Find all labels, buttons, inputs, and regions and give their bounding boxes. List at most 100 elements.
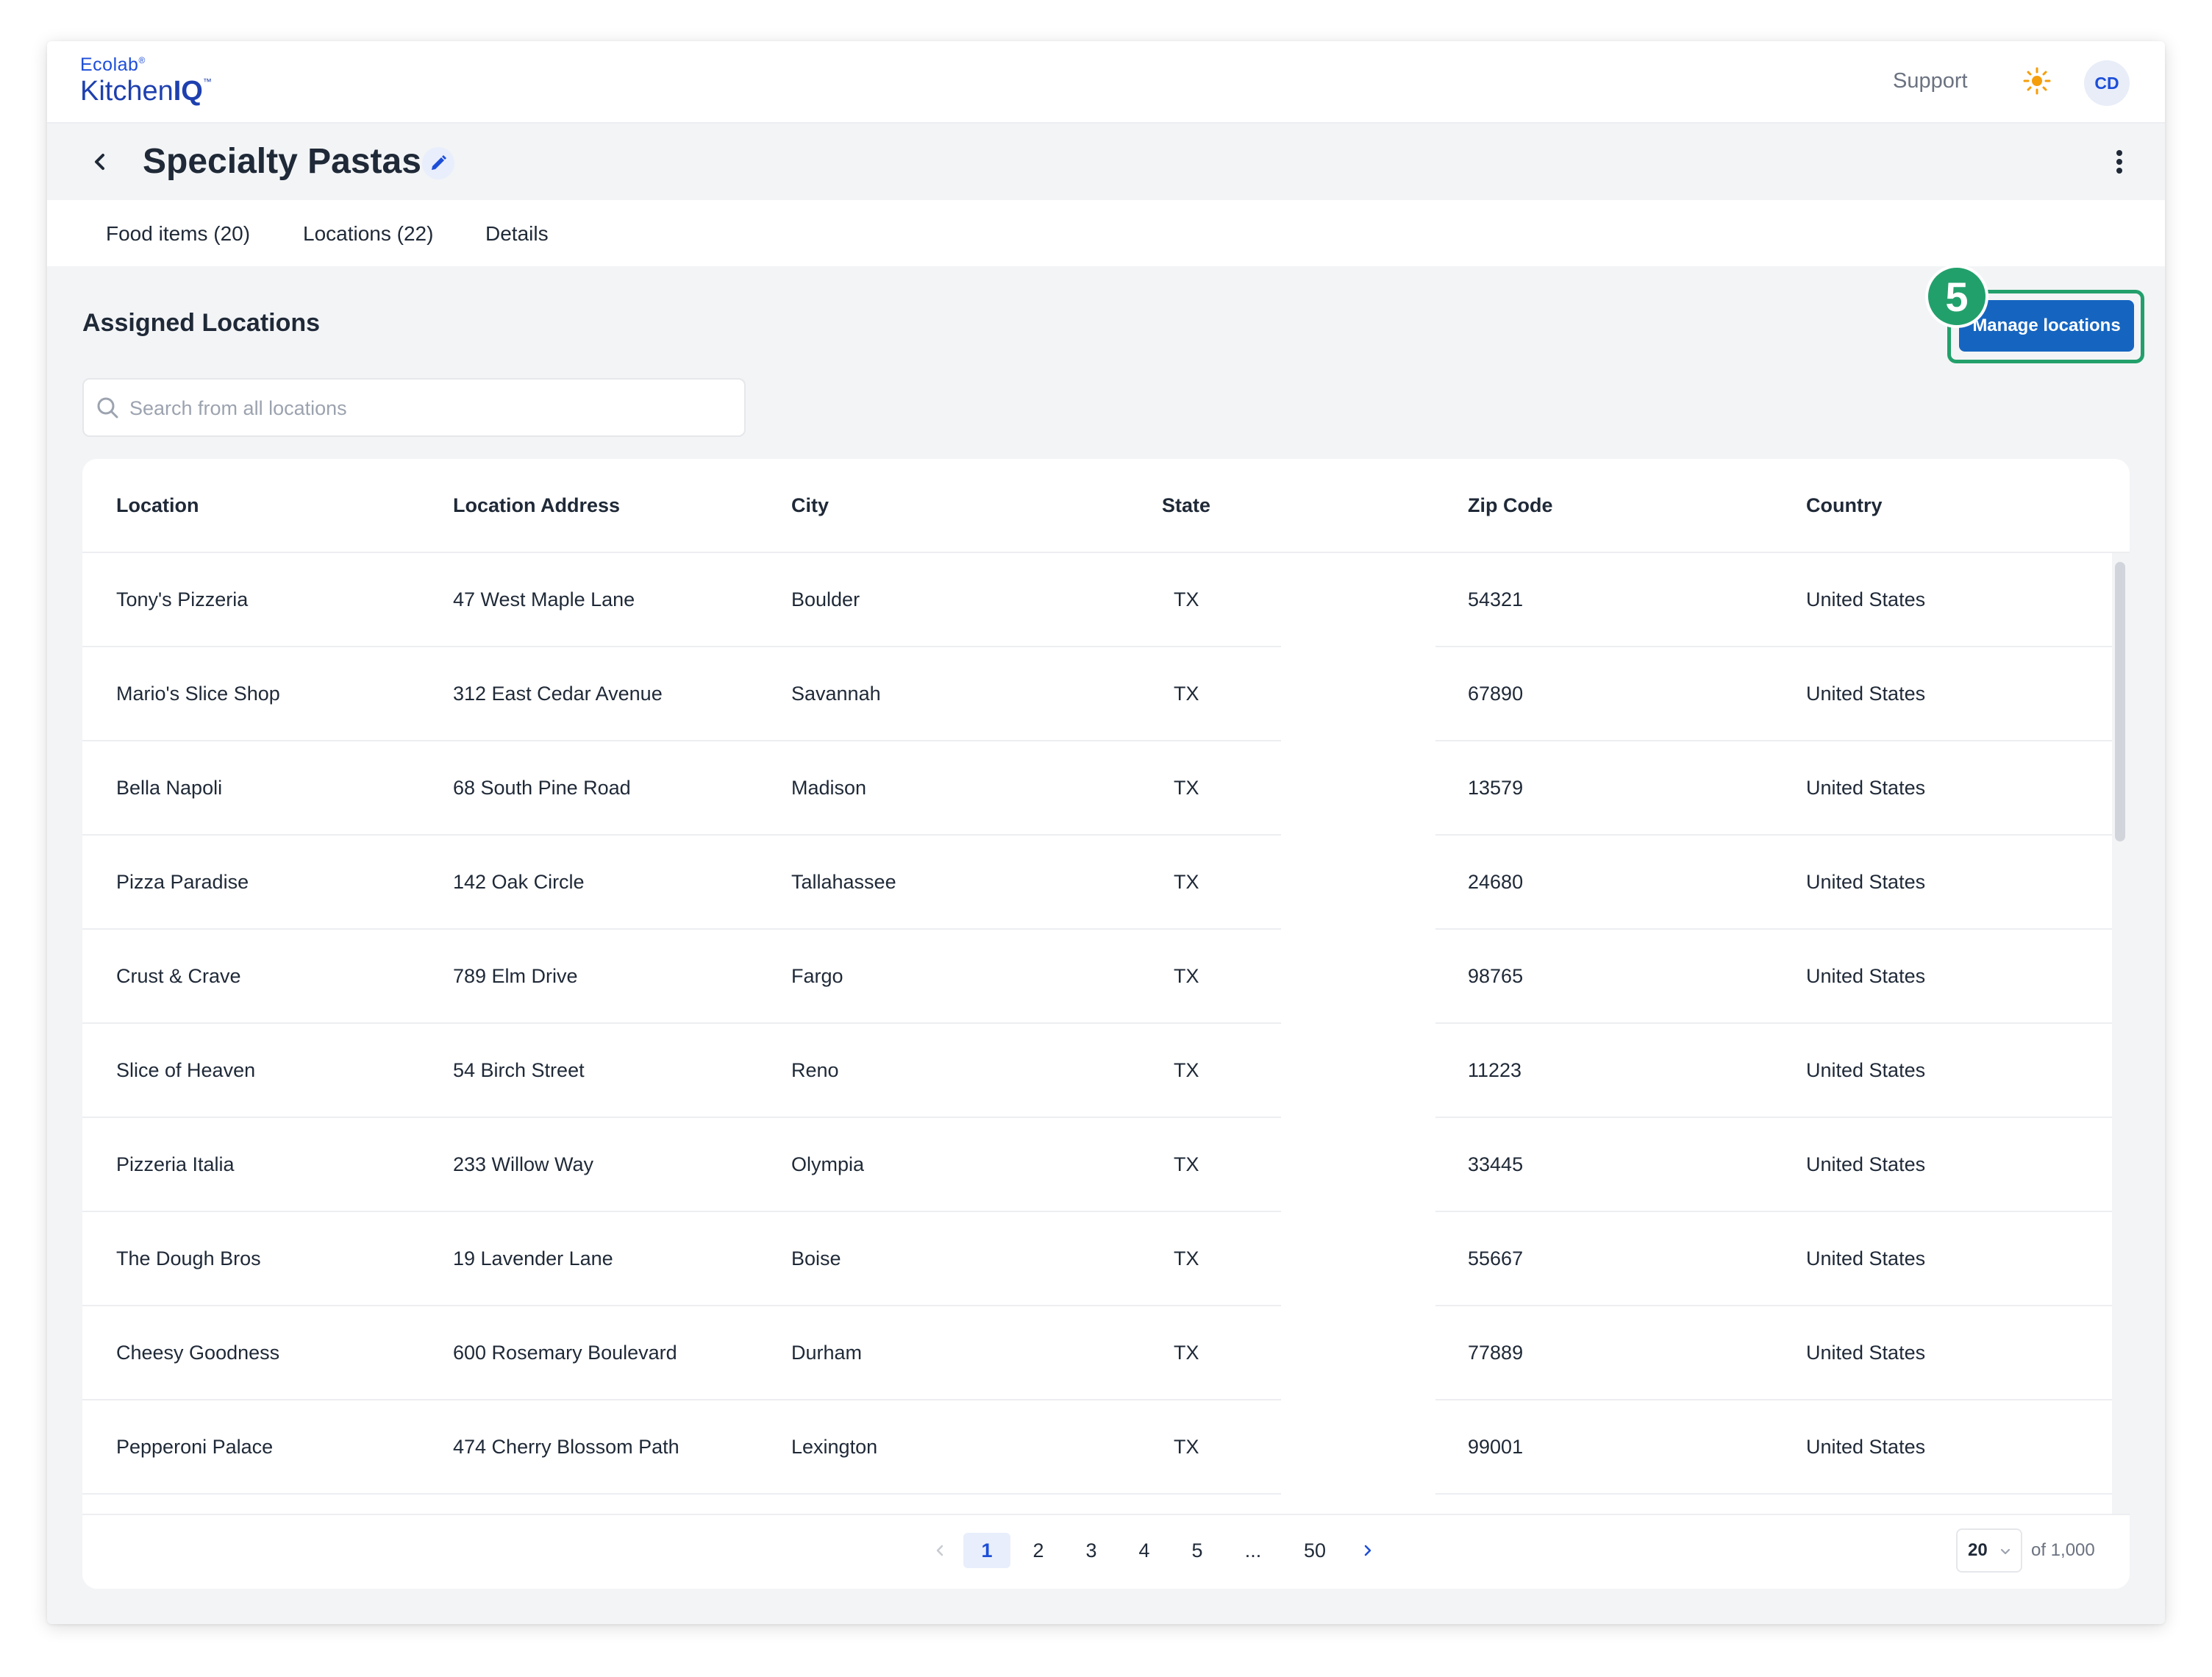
brand-logo[interactable]: Ecolab® KitchenIQ™ — [80, 54, 212, 106]
cell-city: Lexington — [791, 1436, 878, 1458]
cell-zip: 54321 — [1468, 588, 1524, 610]
tab-locations[interactable]: Locations (22) — [303, 222, 433, 246]
page-button-4[interactable]: 4 — [1127, 1533, 1162, 1568]
cell-state: TX — [1174, 683, 1199, 705]
page-size-value: 20 — [1968, 1540, 1988, 1560]
step-badge: 5 — [1925, 265, 1988, 328]
cell-zip: 33445 — [1468, 1153, 1524, 1175]
table-row[interactable]: Pizzeria Italia 233 Willow Way Olympia T… — [82, 1118, 2112, 1212]
cell-city: Durham — [791, 1342, 863, 1364]
cell-address: 47 West Maple Lane — [453, 588, 635, 610]
table-row[interactable]: Pepperoni Palace 474 Cherry Blossom Path… — [82, 1400, 2112, 1495]
column-header-city[interactable]: City — [791, 494, 829, 517]
cell-address: 54 Birch Street — [453, 1059, 585, 1081]
sun-icon[interactable] — [2022, 66, 2052, 96]
scrollbar-thumb[interactable] — [2115, 562, 2125, 841]
cell-location: Pizza Paradise — [116, 871, 249, 893]
cell-address: 312 East Cedar Avenue — [453, 683, 663, 705]
cell-location: Pepperoni Palace — [116, 1436, 274, 1458]
avatar[interactable]: CD — [2084, 60, 2130, 106]
cell-country: United States — [1806, 871, 1926, 893]
column-header-country[interactable]: Country — [1806, 494, 1883, 517]
cell-city: Savannah — [791, 683, 881, 705]
table-header: Location Location Address City State Zip… — [82, 459, 2130, 553]
cell-state: TX — [1174, 1247, 1199, 1270]
chevron-left-icon — [936, 1545, 943, 1556]
cell-country: United States — [1806, 1342, 1926, 1364]
cell-country: United States — [1806, 1247, 1926, 1270]
page-button-1[interactable]: 1 — [963, 1533, 1010, 1568]
edit-title-button[interactable] — [422, 147, 454, 179]
chevron-right-icon — [1364, 1545, 1371, 1556]
cell-address: 68 South Pine Road — [453, 777, 631, 799]
cell-location: Cheesy Goodness — [116, 1342, 280, 1364]
table-row[interactable]: Tony's Pizzeria 47 West Maple Lane Bould… — [82, 553, 2112, 647]
table-row[interactable]: Bella Napoli 68 South Pine Road Madison … — [82, 741, 2112, 836]
table-row[interactable]: The Dough Bros 19 Lavender Lane Boise TX… — [82, 1212, 2112, 1306]
cell-state: TX — [1174, 1436, 1199, 1458]
cell-location: Mario's Slice Shop — [116, 683, 280, 705]
tab-food-items[interactable]: Food items (20) — [106, 222, 250, 246]
page-title: Specialty Pastas — [143, 142, 421, 181]
cell-location: Pizzeria Italia — [116, 1153, 235, 1175]
table-row[interactable]: Pizza Paradise 142 Oak Circle Tallahasse… — [82, 836, 2112, 930]
page-button-3[interactable]: 3 — [1074, 1533, 1109, 1568]
top-bar: Ecolab® KitchenIQ™ Support CD — [47, 41, 2165, 124]
section-title: Assigned Locations — [82, 309, 321, 337]
tab-details[interactable]: Details — [485, 222, 549, 246]
cell-zip: 98765 — [1468, 965, 1524, 987]
pencil-icon — [432, 155, 446, 170]
cell-location: Slice of Heaven — [116, 1059, 256, 1081]
cell-state: TX — [1174, 965, 1199, 987]
cell-zip: 55667 — [1468, 1247, 1524, 1270]
title-bar: Specialty Pastas — [47, 124, 2165, 200]
cell-city: Olympia — [791, 1153, 865, 1175]
column-header-address[interactable]: Location Address — [453, 494, 620, 517]
table-row[interactable]: Crust & Crave 789 Elm Drive Fargo TX 987… — [82, 930, 2112, 1024]
pagination: 1 2 3 4 5 ... 50 20 of 1,000 — [82, 1514, 2130, 1589]
column-header-state[interactable]: State — [1162, 494, 1210, 517]
page-button-50[interactable]: 50 — [1297, 1533, 1332, 1568]
cell-zip: 67890 — [1468, 683, 1524, 705]
support-link[interactable]: Support — [1893, 69, 1968, 93]
cell-zip: 99001 — [1468, 1436, 1524, 1458]
cell-city: Boise — [791, 1247, 841, 1270]
column-header-zip[interactable]: Zip Code — [1468, 494, 1553, 517]
search-icon — [97, 397, 118, 419]
tab-bar: Food items (20) Locations (22) Details — [47, 200, 2165, 266]
cell-address: 789 Elm Drive — [453, 965, 578, 987]
page-ellipsis: ... — [1244, 1539, 1262, 1562]
cell-state: TX — [1174, 1153, 1199, 1175]
cell-address: 19 Lavender Lane — [453, 1247, 613, 1270]
cell-state: TX — [1174, 1342, 1199, 1364]
cell-location: The Dough Bros — [116, 1247, 261, 1270]
cell-state: TX — [1174, 1059, 1199, 1081]
cell-country: United States — [1806, 588, 1926, 610]
cell-zip: 11223 — [1468, 1059, 1522, 1081]
column-header-location[interactable]: Location — [116, 494, 199, 517]
cell-location: Bella Napoli — [116, 777, 223, 799]
back-arrow-icon[interactable] — [85, 147, 115, 177]
cell-address: 474 Cherry Blossom Path — [453, 1436, 679, 1458]
search-input[interactable] — [129, 390, 732, 427]
cell-country: United States — [1806, 683, 1926, 705]
cell-state: TX — [1174, 777, 1199, 799]
cell-location: Tony's Pizzeria — [116, 588, 249, 610]
table-row[interactable]: Cheesy Goodness 600 Rosemary Boulevard D… — [82, 1306, 2112, 1400]
cell-city: Boulder — [791, 588, 860, 610]
page-button-5[interactable]: 5 — [1180, 1533, 1215, 1568]
cell-state: TX — [1174, 588, 1199, 610]
more-options-icon[interactable] — [2103, 146, 2136, 178]
table-row[interactable]: Mario's Slice Shop 312 East Cedar Avenue… — [82, 647, 2112, 741]
app-window: Ecolab® KitchenIQ™ Support CD Specialty … — [47, 41, 2165, 1624]
cell-address: 142 Oak Circle — [453, 871, 585, 893]
page-button-2[interactable]: 2 — [1021, 1533, 1056, 1568]
prev-page-button[interactable] — [922, 1533, 957, 1568]
next-page-button[interactable] — [1350, 1533, 1385, 1568]
table-row[interactable]: Slice of Heaven 54 Birch Street Reno TX … — [82, 1024, 2112, 1118]
brand-ecolab: Ecolab® — [80, 54, 146, 75]
cell-country: United States — [1806, 777, 1926, 799]
cell-zip: 24680 — [1468, 871, 1524, 893]
page-size-select[interactable]: 20 — [1956, 1528, 2022, 1573]
cell-address: 233 Willow Way — [453, 1153, 594, 1175]
